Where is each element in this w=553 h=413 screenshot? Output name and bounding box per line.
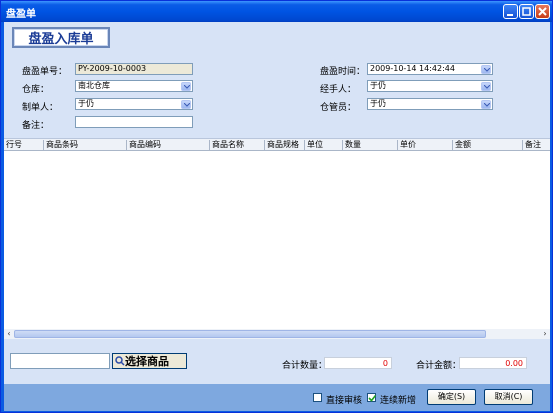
time-picker[interactable]: 2009-10-14 14:42:44 (367, 63, 493, 75)
keeper-select[interactable]: 于仍 (367, 98, 493, 110)
total-qty-value: 0 (324, 357, 392, 369)
check-icon (368, 395, 377, 402)
scroll-left-icon[interactable]: ‹ (4, 329, 14, 339)
column-header[interactable]: 商品编码 (127, 140, 210, 151)
column-header[interactable]: 数量 (343, 140, 398, 151)
column-header[interactable]: 商品规格 (265, 140, 305, 151)
window-title: 盘盈单 (6, 9, 36, 20)
search-icon (115, 356, 125, 366)
cancel-button[interactable]: 取消(C) (484, 389, 533, 405)
maker-value: 于仍 (78, 99, 94, 108)
column-header[interactable]: 商品条码 (44, 140, 127, 151)
total-qty-label: 合计数量： (282, 361, 328, 371)
doc-no-label: 盘盈单号： (22, 67, 68, 77)
select-goods-button[interactable]: 选择商品 (112, 353, 187, 369)
handler-value: 于仍 (370, 81, 386, 90)
horizontal-scrollbar[interactable]: ‹ › (4, 329, 550, 339)
column-header[interactable]: 单价 (398, 140, 453, 151)
column-header[interactable]: 行号 (4, 140, 44, 151)
banner-title: 盘盈入库单 (12, 27, 110, 48)
column-header[interactable]: 商品名称 (210, 140, 265, 151)
select-goods-label: 选择商品 (125, 355, 169, 368)
chevron-down-icon[interactable] (481, 65, 491, 74)
chevron-down-icon[interactable] (481, 100, 491, 109)
column-header[interactable]: 备注 (523, 140, 550, 151)
scroll-right-icon[interactable]: › (540, 329, 550, 339)
direct-review-label: 直接审核 (326, 396, 363, 406)
scrollbar-thumb[interactable] (14, 330, 486, 338)
continuous-add-checkbox[interactable] (367, 393, 377, 402)
dialog-body: 盘盈入库单 盘盈单号： PY-2009-10-0003 仓库： 南北仓库 制单人… (4, 22, 550, 411)
maker-label: 制单人： (22, 103, 59, 113)
barcode-input[interactable] (10, 353, 110, 369)
goods-grid[interactable]: 行号 商品条码 商品编码 商品名称 商品规格 单位 数量 单价 金额 备注 (4, 138, 550, 338)
handler-select[interactable]: 于仍 (367, 80, 493, 92)
remark-input[interactable] (75, 116, 193, 128)
keeper-value: 于仍 (370, 99, 386, 108)
column-header[interactable]: 金额 (453, 140, 523, 151)
grid-header: 行号 商品条码 商品编码 商品名称 商品规格 单位 数量 单价 金额 备注 (4, 139, 550, 151)
doc-no-field[interactable]: PY-2009-10-0003 (75, 63, 193, 75)
chevron-down-icon[interactable] (181, 100, 191, 109)
close-button[interactable] (535, 4, 550, 19)
keeper-label: 仓管员： (320, 103, 357, 113)
direct-review-checkbox[interactable] (313, 393, 322, 402)
warehouse-label: 仓库： (22, 85, 50, 95)
maximize-button[interactable] (519, 4, 534, 19)
time-value: 2009-10-14 14:42:44 (370, 64, 455, 73)
chevron-down-icon[interactable] (181, 82, 191, 91)
footer-bar: 直接审核 连续新增 确定(S) 取消(C) (4, 384, 550, 411)
total-amount-label: 合计金额： (416, 361, 462, 371)
remark-label: 备注： (22, 121, 50, 131)
column-header[interactable]: 单位 (305, 140, 343, 151)
total-amount-value: 0.00 (459, 357, 527, 369)
window: 盘盈单 盘盈入库单 盘盈单号： PY-2009-10-0003 仓库： 南北仓库… (0, 0, 553, 413)
warehouse-value: 南北仓库 (78, 81, 110, 90)
title-bar[interactable]: 盘盈单 (1, 1, 552, 22)
handler-label: 经手人： (320, 85, 357, 95)
warehouse-select[interactable]: 南北仓库 (75, 80, 193, 92)
ok-button[interactable]: 确定(S) (427, 389, 476, 405)
continuous-add-label: 连续新增 (380, 396, 417, 406)
chevron-down-icon[interactable] (481, 82, 491, 91)
minimize-button[interactable] (503, 4, 518, 19)
maker-select[interactable]: 于仍 (75, 98, 193, 110)
time-label: 盘盈时间： (320, 67, 366, 77)
